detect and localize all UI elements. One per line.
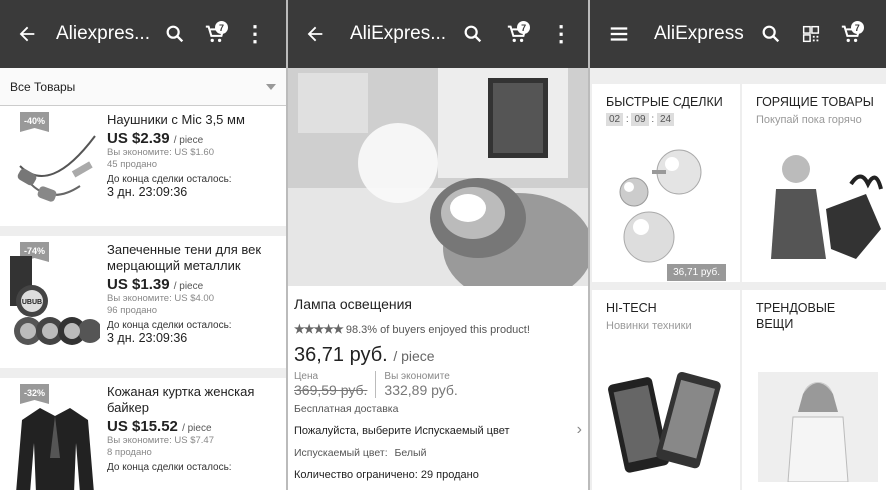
chevron-right-icon: › bbox=[576, 421, 582, 438]
price-breakdown: Цена 369,59 руб. Вы экономите 332,89 руб. bbox=[294, 371, 582, 398]
back-button[interactable] bbox=[298, 17, 332, 51]
eyeshadow-image: UBUB bbox=[10, 256, 100, 345]
deal-time-left: 3 дн. 23:09:36 bbox=[107, 331, 188, 345]
tile-title: ТРЕНДОВЫЕ ВЕЩИ bbox=[756, 301, 836, 331]
app-title: AliExpress bbox=[654, 23, 744, 44]
arrow-left-icon bbox=[307, 26, 323, 42]
rating: ★★★★★ 98.3% of buyers enjoyed this produ… bbox=[294, 322, 530, 336]
svg-text:UBUB: UBUB bbox=[22, 299, 42, 306]
item-savings: Вы экономите: US $4.00 bbox=[107, 293, 214, 304]
search-icon bbox=[762, 25, 779, 43]
hamburger-icon bbox=[610, 27, 628, 41]
search-button[interactable] bbox=[158, 17, 192, 51]
product-image[interactable] bbox=[288, 68, 588, 286]
cart-button[interactable]: 7 bbox=[500, 17, 534, 51]
item-name: Наушники с Mic 3,5 мм bbox=[107, 112, 245, 127]
tile-title: БЫСТРЫЕ СДЕЛКИ bbox=[606, 95, 723, 109]
earphones-image bbox=[17, 135, 96, 202]
item-name: Запеченные тени для век мерцающий металл… bbox=[107, 242, 262, 273]
cart-button[interactable]: 7 bbox=[198, 17, 232, 51]
countdown-timer: 02 : 09 : 24 bbox=[606, 113, 726, 126]
cart-badge: 7 bbox=[517, 21, 531, 34]
back-button[interactable] bbox=[10, 17, 44, 51]
tile-subtitle: Покупай пока горячо bbox=[756, 114, 862, 126]
fashion-model-image bbox=[758, 372, 878, 482]
app-bar: Aliexpres... 7 ⋮ bbox=[0, 0, 286, 68]
free-shipping: Бесплатная доставка bbox=[294, 403, 399, 415]
tile-title: HI-TECH bbox=[606, 301, 657, 315]
tile-title: ГОРЯЩИЕ ТОВАРЫ bbox=[756, 95, 874, 109]
tile-trendy[interactable]: ТРЕНДОВЫЕ ВЕЩИ bbox=[742, 290, 886, 490]
item-price: US $15.52 / piece bbox=[107, 418, 212, 435]
product-name: Лампа освещения bbox=[294, 296, 412, 312]
item-savings: Вы экономите: US $1.60 bbox=[107, 147, 214, 158]
color-row: Испускаемый цвет: Белый bbox=[294, 447, 427, 459]
app-bar: AliExpres... 7 ⋮ bbox=[288, 0, 588, 68]
search-button[interactable] bbox=[456, 17, 490, 51]
dropdown-caret-icon bbox=[266, 83, 276, 90]
cart-badge: 7 bbox=[214, 21, 228, 34]
color-value: Белый bbox=[394, 447, 427, 459]
item-price: US $1.39 / piece bbox=[107, 276, 204, 293]
deal-time-left: 3 дн. 23:09:36 bbox=[107, 185, 188, 199]
savings-value: 332,89 руб. bbox=[384, 382, 458, 398]
category-filter[interactable]: Все Товары bbox=[0, 68, 286, 106]
product-price: 36,71 руб. / piece bbox=[294, 344, 435, 366]
home-tiles: БЫСТРЫЕ СДЕЛКИ 02 : 09 : 24 36,71 руб. Г… bbox=[590, 68, 886, 490]
deals-list: -40% Наушники с Mic 3,5 мм US $2.39 / pi… bbox=[0, 106, 286, 490]
list-item[interactable]: -32% Кожаная куртка женская байкер US $1… bbox=[0, 378, 286, 490]
more-menu-icon[interactable]: ⋮ bbox=[544, 17, 578, 51]
limited-quantity: Количество ограничено: 29 продано bbox=[294, 469, 479, 481]
tile-hi-tech[interactable]: HI-TECH Новинки техники bbox=[592, 290, 740, 490]
app-bar: AliExpress 7 bbox=[590, 0, 886, 68]
screen-deals-list: Aliexpres... 7 ⋮ Все Товары -40% Наушник… bbox=[0, 0, 288, 490]
search-icon bbox=[166, 25, 184, 43]
item-sold: 45 продано bbox=[107, 159, 158, 170]
leather-jacket-image bbox=[16, 408, 94, 490]
screen-product-detail: AliExpres... 7 ⋮ Лампа освещения ★★★★★ 9… bbox=[288, 0, 590, 490]
screen-home: AliExpress 7 БЫСТРЫЕ СДЕЛКИ 02 : 09 : 24… bbox=[590, 0, 886, 490]
tile-hot-products[interactable]: ГОРЯЩИЕ ТОВАРЫ Покупай пока горячо bbox=[742, 84, 886, 282]
list-item[interactable]: -40% Наушники с Mic 3,5 мм US $2.39 / pi… bbox=[0, 106, 286, 236]
smartphones-image bbox=[608, 371, 721, 473]
tile-flash-deals[interactable]: БЫСТРЫЕ СДЕЛКИ 02 : 09 : 24 36,71 руб. bbox=[592, 84, 740, 282]
stars-icon: ★★★★★ bbox=[294, 322, 344, 336]
search-icon bbox=[464, 25, 482, 43]
item-sold: 8 продано bbox=[107, 447, 152, 458]
qr-code-icon bbox=[802, 25, 819, 43]
item-name: Кожаная куртка женская байкер bbox=[107, 384, 255, 415]
choose-color-row[interactable]: Пожалуйста, выберите Испускаемый цвет › bbox=[294, 421, 582, 438]
savings-label: Вы экономите bbox=[384, 371, 450, 382]
lamp-photo bbox=[288, 68, 588, 286]
deal-ends-label: До конца сделки осталось: bbox=[107, 320, 232, 331]
app-title: AliExpres... bbox=[350, 23, 447, 44]
price-label: Цена bbox=[294, 371, 319, 382]
tile-subtitle: Новинки техники bbox=[606, 320, 692, 332]
app-title: Aliexpres... bbox=[56, 23, 150, 44]
search-button[interactable] bbox=[754, 17, 788, 51]
deal-ends-label: До конца сделки осталось: bbox=[107, 462, 232, 473]
arrow-left-icon bbox=[19, 26, 35, 42]
qr-scan-button[interactable] bbox=[794, 17, 828, 51]
list-item[interactable]: -74% UBUB Запеченные тени для век мерцаю… bbox=[0, 236, 286, 378]
more-menu-icon[interactable]: ⋮ bbox=[238, 17, 272, 51]
item-price: US $2.39 / piece bbox=[107, 130, 204, 147]
woman-shopping-image bbox=[771, 155, 883, 259]
item-savings: Вы экономите: US $7.47 bbox=[107, 435, 214, 446]
menu-button[interactable] bbox=[602, 17, 636, 51]
old-price: 369,59 руб. bbox=[294, 382, 368, 398]
deal-price-tag: 36,71 руб. bbox=[667, 264, 726, 281]
cart-badge: 7 bbox=[850, 21, 864, 34]
product-details: Лампа освещения ★★★★★ 98.3% of buyers en… bbox=[288, 286, 588, 489]
pearl-earrings-image bbox=[619, 149, 702, 263]
filter-label: Все Товары bbox=[10, 79, 76, 94]
deal-ends-label: До конца сделки осталось: bbox=[107, 174, 232, 185]
item-sold: 96 продано bbox=[107, 305, 158, 316]
cart-button[interactable]: 7 bbox=[834, 17, 868, 51]
